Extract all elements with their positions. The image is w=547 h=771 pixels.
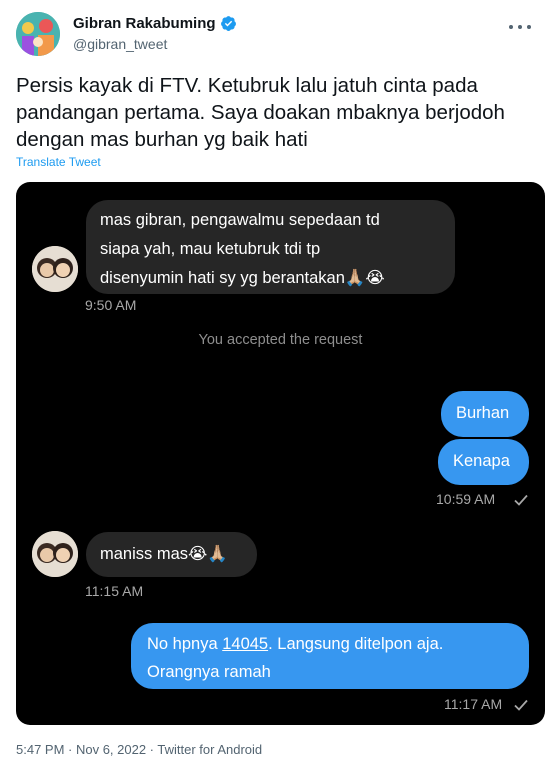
author-name-row: Gibran Rakabuming — [73, 15, 237, 32]
author-name[interactable]: Gibran Rakabuming — [73, 15, 216, 32]
message-text: No hpnya — [147, 635, 223, 653]
outgoing-message-bubble[interactable]: No hpnya 14045. Langsung ditelpon aja. O… — [131, 623, 529, 689]
system-message: You accepted the request — [198, 332, 363, 348]
message-line: siapa yah, mau ketubruk tdi tp — [100, 240, 321, 258]
incoming-message-bubble[interactable]: maniss mas😭🙏🏼 — [86, 532, 257, 577]
message-line: No hpnya 14045. Langsung ditelpon aja. — [147, 632, 515, 657]
message-line: Orangnya ramah — [147, 663, 271, 681]
sender-avatar — [32, 246, 78, 292]
message-timestamp: 9:50 AM — [85, 297, 137, 313]
sender-avatar — [32, 531, 78, 577]
tweet-text: Persis kayak di FTV. Ketubruk lalu jatuh… — [16, 74, 505, 151]
incoming-message-bubble[interactable]: mas gibran, pengawalmu sepedaan td siapa… — [86, 200, 455, 294]
seen-check-icon — [514, 699, 528, 711]
phone-number-link[interactable]: 14045 — [222, 635, 268, 653]
tweet-media-image[interactable]: mas gibran, pengawalmu sepedaan td siapa… — [16, 182, 545, 725]
more-options-icon[interactable] — [509, 18, 531, 36]
message-line: Burhan — [456, 404, 510, 422]
message-line: mas gibran, pengawalmu sepedaan td — [100, 211, 380, 229]
tweet-header: Gibran Rakabuming @gibran_tweet — [16, 12, 531, 58]
message-timestamp: 11:15 AM — [85, 583, 144, 599]
author-avatar[interactable] — [16, 12, 60, 56]
message-line: maniss mas😭🙏🏼 — [100, 545, 228, 563]
message-timestamp: 10:59 AM — [436, 491, 496, 507]
message-line: disenyumin hati sy yg berantakan🙏🏼😭 — [100, 269, 385, 287]
message-text: . Langsung ditelpon aja. — [268, 635, 444, 653]
seen-check-icon — [514, 494, 528, 506]
outgoing-message-bubble[interactable]: Kenapa — [438, 439, 529, 485]
message-timestamp: 11:17 AM — [444, 696, 503, 712]
verified-badge-icon — [220, 16, 236, 31]
author-handle[interactable]: @gibran_tweet — [73, 36, 167, 52]
message-line: Kenapa — [453, 452, 510, 470]
translate-tweet-link[interactable]: Translate Tweet — [16, 155, 101, 169]
outgoing-message-bubble[interactable]: Burhan — [441, 391, 529, 437]
tweet-footer: 5:47 PM · Nov 6, 2022 · Twitter for Andr… — [16, 742, 263, 757]
